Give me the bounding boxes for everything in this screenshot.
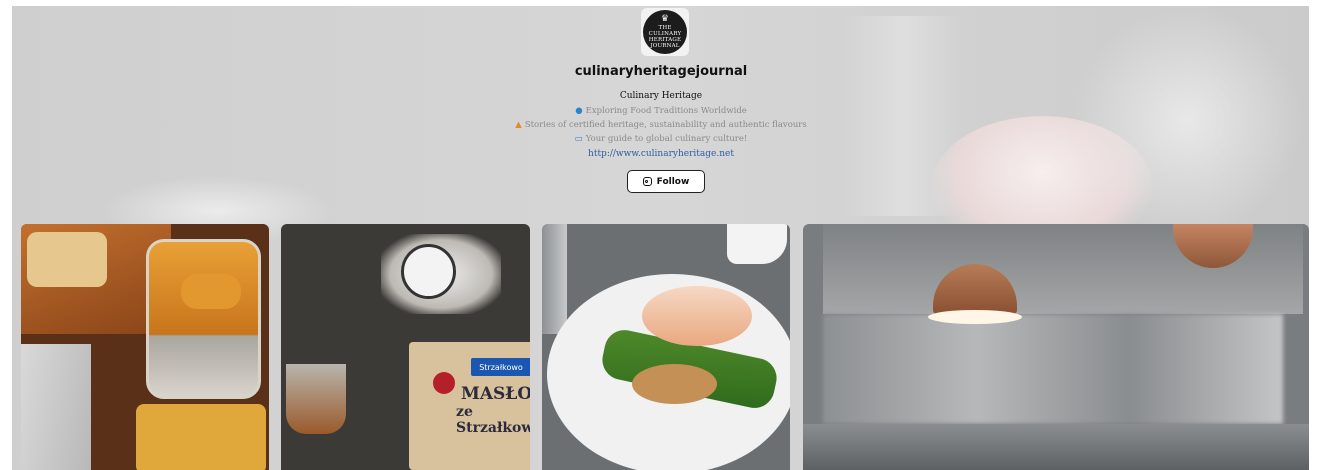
follow-button-label: Follow — [656, 176, 690, 187]
bio-text: Exploring Food Traditions Worldwide — [585, 106, 747, 116]
bio-line: ▲ Stories of certified heritage, sustaina… — [0, 120, 1322, 130]
logo-seal: ♛ THE CULINARY HERITAGE JOURNAL — [643, 10, 687, 54]
kitchen-interior — [823, 314, 1283, 424]
background-decor — [842, 16, 962, 216]
flour-bowl — [401, 244, 456, 299]
honey-cup — [286, 364, 346, 434]
honey-dipper — [181, 274, 241, 309]
instagram-icon — [642, 177, 652, 186]
butter-label: ze Strzałkow — [456, 404, 530, 436]
kitchen-counter — [803, 424, 1309, 470]
butter-brand: Strzałkowo — [471, 358, 530, 376]
profile-avatar[interactable]: ♛ THE CULINARY HERITAGE JOURNAL — [641, 8, 689, 56]
post-tile-butter[interactable]: Strzałkowo MASŁO ze Strzałkow — [281, 224, 530, 470]
bio-line: ▭ Your guide to global culinary culture! — [0, 134, 1322, 144]
bio-text: Stories of certified heritage, sustainab… — [524, 120, 807, 130]
sauce-jug — [727, 224, 787, 264]
post-tile-honey[interactable] — [21, 224, 269, 470]
crown-icon: ♛ — [660, 14, 670, 24]
potato — [632, 364, 717, 404]
post-tile-dish[interactable] — [542, 224, 790, 470]
honeycomb — [136, 404, 266, 470]
bread — [27, 232, 107, 287]
poached-egg — [642, 286, 752, 346]
bio-text: Your guide to global culinary culture! — [585, 134, 748, 144]
bio-line: ● Exploring Food Traditions Worldwide — [0, 106, 1322, 116]
fire-icon: ▲ — [515, 120, 522, 130]
logo-text-line: JOURNAL — [650, 43, 680, 49]
butter-seal — [433, 372, 455, 394]
lamp-glow — [928, 310, 1022, 324]
globe-icon: ● — [575, 106, 583, 116]
book-icon: ▭ — [574, 134, 583, 144]
follow-button[interactable]: Follow — [627, 170, 705, 193]
cloth — [21, 344, 91, 470]
profile-full-name: Culinary Heritage — [619, 91, 703, 101]
profile-username: culinaryheritagejournal — [574, 64, 748, 79]
honey-jar — [146, 239, 261, 399]
profile-website-link[interactable]: http://www.culinaryheritage.net — [0, 149, 1322, 159]
glass — [542, 224, 567, 334]
post-tile-kitchen[interactable] — [803, 224, 1309, 470]
butter-label: MASŁO — [461, 384, 530, 404]
